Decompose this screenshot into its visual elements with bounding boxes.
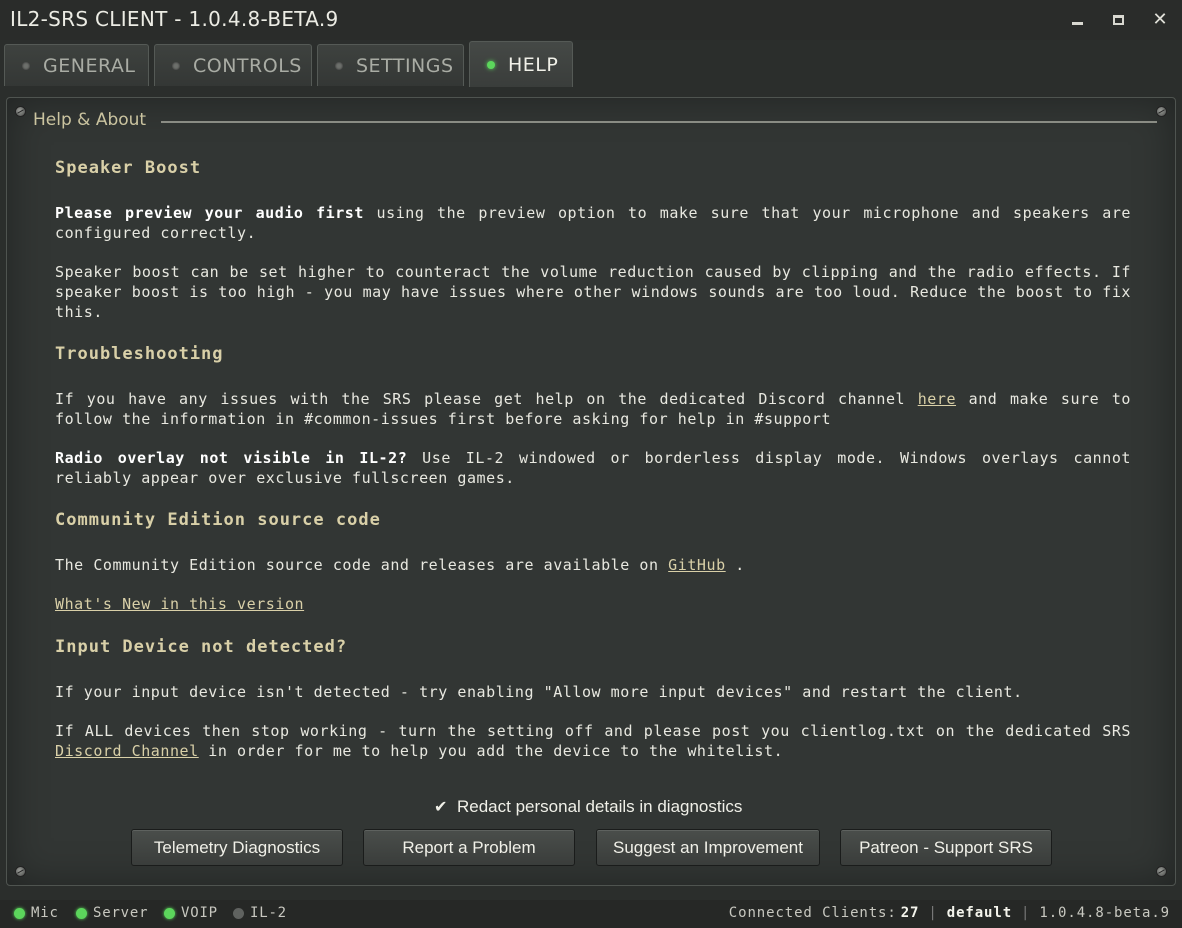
status-led-icon xyxy=(164,907,175,919)
patreon-support-button[interactable]: Patreon - Support SRS xyxy=(840,829,1052,866)
tab-label: SETTINGS xyxy=(356,54,454,77)
maximize-icon xyxy=(1112,15,1124,25)
close-button[interactable]: ✕ xyxy=(1146,8,1174,32)
minimize-button[interactable] xyxy=(1063,8,1091,32)
github-link[interactable]: GitHub xyxy=(668,556,726,574)
suggest-improvement-button[interactable]: Suggest an Improvement xyxy=(596,829,820,866)
minimize-icon xyxy=(1071,22,1083,25)
screw-icon xyxy=(15,106,26,117)
tab-label: GENERAL xyxy=(43,54,136,77)
screw-icon xyxy=(1156,866,1167,877)
boost-paragraph: Speaker boost can be set higher to count… xyxy=(55,263,1131,321)
input-device-heading: Input Device not detected? xyxy=(55,637,348,657)
il2-status-label: IL-2 xyxy=(250,905,287,921)
status-right: Connected Clients: 27 | default | 1.0.4.… xyxy=(729,905,1170,921)
all-devices-text: If ALL devices then stop working - turn … xyxy=(55,722,1131,740)
tab-indicator-icon xyxy=(335,61,343,70)
mic-status: Mic xyxy=(14,905,59,921)
panel-divider xyxy=(161,121,1157,123)
community-text: The Community Edition source code and re… xyxy=(55,556,669,574)
status-bar: Mic Server VOIP IL-2 Connected Clients: … xyxy=(0,900,1182,928)
community-paragraph: The Community Edition source code and re… xyxy=(55,555,1131,575)
tab-indicator-icon xyxy=(22,61,30,70)
whats-new-link[interactable]: What's New in this version xyxy=(55,595,304,613)
troubleshooting-heading: Troubleshooting xyxy=(55,344,224,364)
tab-settings[interactable]: SETTINGS xyxy=(317,44,464,86)
help-panel: Help & About Speaker Boost Please previe… xyxy=(6,97,1176,886)
discord-here-link[interactable]: here xyxy=(918,390,956,408)
window-title: IL2-SRS CLIENT - 1.0.4.8-BETA.9 xyxy=(10,7,339,31)
title-bar: IL2-SRS CLIENT - 1.0.4.8-BETA.9 ✕ xyxy=(0,0,1182,40)
discord-channel-link[interactable]: Discord Channel xyxy=(55,742,199,760)
preview-bold-text: Please preview your audio first xyxy=(55,204,364,222)
connected-clients-count: 27 xyxy=(900,905,920,921)
tab-label: CONTROLS xyxy=(193,54,302,77)
overlay-paragraph: Radio overlay not visible in IL-2? Use I… xyxy=(55,448,1131,488)
all-devices-paragraph: If ALL devices then stop working - turn … xyxy=(55,721,1131,761)
tab-bar: GENERAL CONTROLS SETTINGS HELP xyxy=(0,40,1182,87)
status-led-icon xyxy=(14,907,25,919)
server-status: Server xyxy=(76,905,148,921)
tab-indicator-icon xyxy=(487,60,495,69)
overlay-bold-text: Radio overlay not visible in IL-2? xyxy=(55,449,408,467)
screw-icon xyxy=(15,866,26,877)
profile-name: default xyxy=(946,905,1013,921)
trouble-text: If you have any issues with the SRS plea… xyxy=(55,390,918,408)
il2-status: IL-2 xyxy=(233,905,287,921)
input-device-paragraph: If your input device isn't detected - tr… xyxy=(55,683,1023,701)
version-label: 1.0.4.8-beta.9 xyxy=(1039,905,1170,921)
tab-general[interactable]: GENERAL xyxy=(4,44,149,86)
speaker-boost-heading: Speaker Boost xyxy=(55,158,202,178)
redact-label: Redact personal details in diagnostics xyxy=(457,797,743,816)
all-devices-text: in order for me to help you add the devi… xyxy=(198,742,784,760)
whats-new-paragraph: What's New in this version xyxy=(55,594,1131,614)
community-heading: Community Edition source code xyxy=(55,510,381,530)
server-status-label: Server xyxy=(93,905,149,921)
redact-option[interactable]: ✔ Redact personal details in diagnostics xyxy=(434,796,742,818)
telemetry-diagnostics-button[interactable]: Telemetry Diagnostics xyxy=(131,829,343,866)
tab-indicator-icon xyxy=(172,61,180,70)
status-led-icon xyxy=(233,907,244,919)
tab-help[interactable]: HELP xyxy=(469,41,573,87)
community-text: . xyxy=(725,556,745,574)
screw-icon xyxy=(1156,106,1167,117)
status-separator: | xyxy=(928,905,938,921)
report-problem-button[interactable]: Report a Problem xyxy=(363,829,575,866)
redact-checkbox[interactable]: ✔ xyxy=(434,799,450,815)
tab-controls[interactable]: CONTROLS xyxy=(154,44,312,86)
voip-status-label: VOIP xyxy=(181,905,218,921)
tab-label: HELP xyxy=(508,53,559,76)
mic-status-label: Mic xyxy=(31,905,59,921)
maximize-button[interactable] xyxy=(1104,8,1132,32)
panel-title: Help & About xyxy=(33,110,147,130)
connected-clients-label: Connected Clients: xyxy=(728,905,897,921)
voip-status: VOIP xyxy=(164,905,218,921)
status-separator: | xyxy=(1021,905,1031,921)
troubleshooting-paragraph: If you have any issues with the SRS plea… xyxy=(55,389,1131,429)
status-led-icon xyxy=(76,907,87,919)
preview-paragraph: Please preview your audio first using th… xyxy=(55,203,1131,243)
